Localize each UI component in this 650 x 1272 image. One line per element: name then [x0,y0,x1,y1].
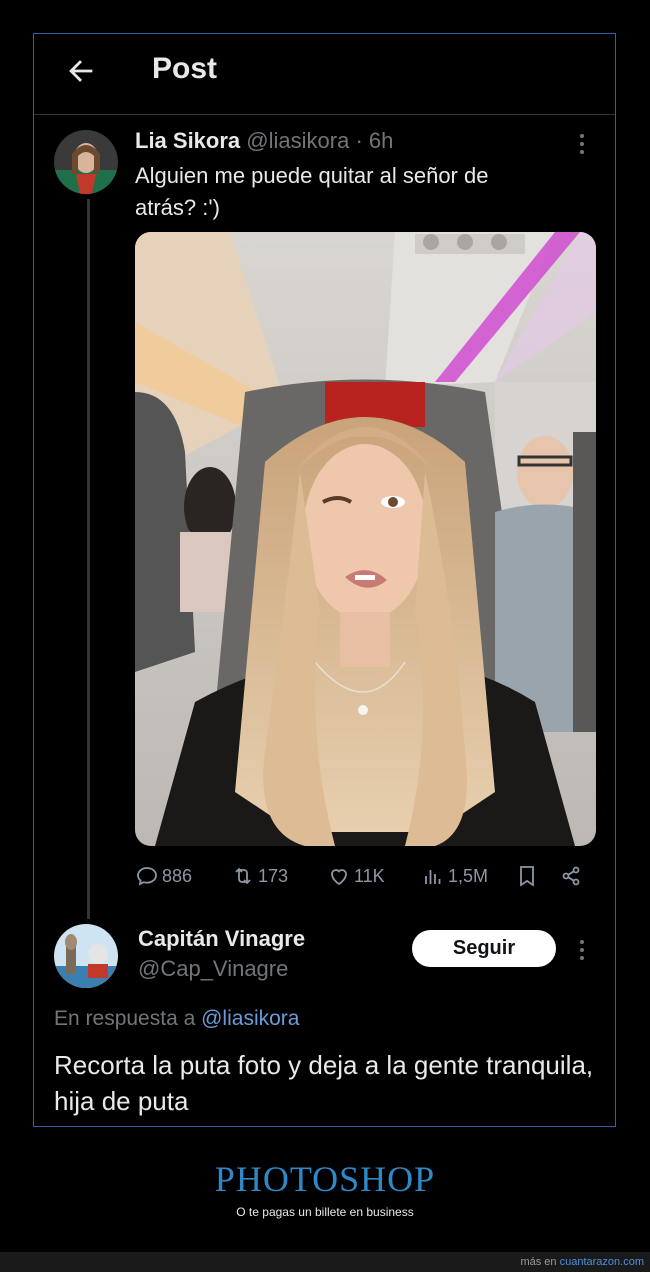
views-chart-icon [425,870,441,884]
reply-text: Recorta la puta foto y deja a la gente t… [54,1050,594,1116]
credit-prefix: más en [520,1256,557,1268]
thread-line [87,199,90,919]
bookmark-icon [520,866,534,887]
post-frame: Post Lia Sikora @liasikora · 6h Alguien … [33,33,616,1127]
in-reply-prefix: En respuesta a [54,1007,196,1030]
tweet-header: Lia Sikora @liasikora · 6h [135,128,393,154]
footer-title: PHOTOSHOP [214,1159,436,1199]
credit-bar: más en cuantarazon.com [0,1252,650,1272]
heart-icon [331,869,347,886]
page-title: Post [152,52,218,85]
share-icon [562,866,580,886]
like-button[interactable]: 11K [327,860,385,892]
reply-count: 886 [162,865,193,886]
back-arrow-icon[interactable] [64,54,98,88]
author-handle[interactable]: @liasikora [246,128,349,153]
reply-author-name[interactable]: Capitán Vinagre [138,926,305,952]
reply-button[interactable]: 886 [135,860,192,892]
in-reply-to: En respuesta a @liasikora [54,1007,299,1031]
footer-subtitle: O te pagas un billete en business [236,1205,414,1219]
like-count: 11K [354,865,385,886]
views-button[interactable]: 1,5M [421,860,488,892]
in-reply-handle[interactable]: @liasikora [201,1007,299,1030]
follow-button[interactable]: Seguir [412,930,556,967]
retweet-button[interactable]: 173 [231,860,288,892]
avatar-capitan[interactable] [54,924,118,988]
top-bar: Post [34,34,615,115]
tweet-photo[interactable] [135,232,596,846]
bookmark-button[interactable] [515,860,539,892]
reply-icon [137,867,157,886]
tweet-text: Alguien me puede quitar al señor de atrá… [135,163,489,220]
separator-dot: · [355,128,363,153]
views-count: 1,5M [448,865,489,886]
retweet-icon [235,867,251,885]
tweet-actions: 886 173 11K 1,5M [135,860,595,892]
retweet-count: 173 [258,865,289,886]
credit-link[interactable]: cuantarazon.com [560,1256,644,1268]
reply-author-handle[interactable]: @Cap_Vinagre [138,956,288,982]
avatar-lia[interactable] [54,130,118,194]
reply-more-icon[interactable] [578,940,586,962]
author-name[interactable]: Lia Sikora [135,128,240,153]
tweet-more-icon[interactable] [578,134,586,156]
tweet-time[interactable]: 6h [369,128,393,153]
share-button[interactable] [559,860,583,892]
